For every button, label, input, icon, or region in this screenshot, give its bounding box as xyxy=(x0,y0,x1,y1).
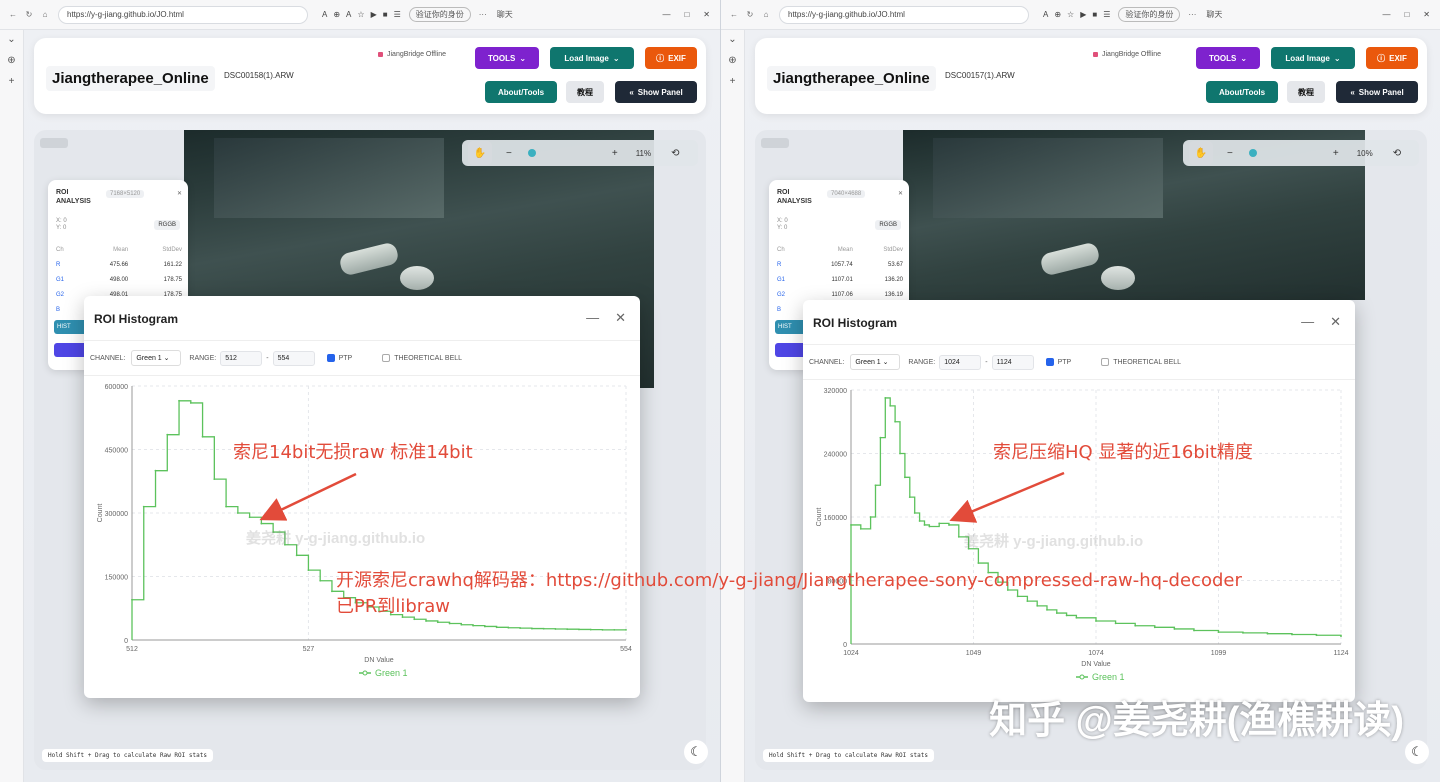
arrow-left xyxy=(259,472,357,521)
arrow-right xyxy=(949,471,1065,523)
zhihu-watermark: 知乎 @姜尧耕(渔樵耕读) xyxy=(989,700,1404,742)
annotation-arrows xyxy=(259,471,1065,523)
